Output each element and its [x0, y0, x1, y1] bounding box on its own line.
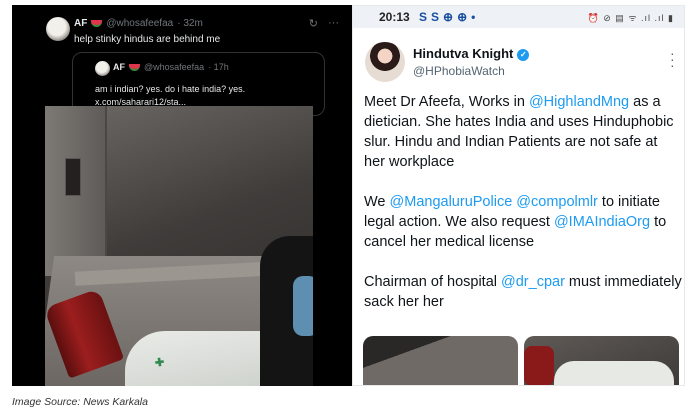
status-time: 20:13: [379, 10, 410, 24]
author-avatar[interactable]: [365, 42, 405, 82]
quote-author-name: AF: [113, 62, 125, 72]
quote-author-handle: @whosafeefaa: [144, 62, 205, 72]
left-screenshot: AF @whosafeefaa · 32m ↻ ··· help stinky …: [12, 5, 353, 386]
notification-icons: S S ⊕ ⊕ •: [419, 10, 475, 24]
quote-header: AF @whosafeefaa · 17h: [113, 62, 229, 72]
mention-link[interactable]: @MangaluruPolice: [390, 194, 513, 210]
author-name-row[interactable]: Hindutva Knight ✓: [413, 46, 530, 61]
mention-link[interactable]: @dr_cpar: [501, 274, 565, 290]
image-caption: Image Source: News Karkala: [12, 396, 148, 408]
mention-link[interactable]: @compolmlr: [516, 194, 598, 210]
post-text-segment: We: [364, 194, 390, 210]
system-status-icons: ⏰ ⊘ ▤ ᯤ .ıl .ıl ▮: [587, 13, 674, 23]
notification-dot-icon: •: [471, 10, 476, 24]
post-photo[interactable]: ✚: [45, 106, 313, 386]
media-thumbnail[interactable]: [363, 336, 518, 385]
post-paragraph: We @MangaluruPolice @compolmlr to initia…: [364, 192, 682, 252]
photo-coat-logo: ✚: [154, 356, 166, 370]
more-options-icon[interactable]: ···: [328, 17, 339, 30]
watermelon-emoji-icon: [91, 20, 103, 27]
thumb-fire-extinguisher: [524, 346, 554, 385]
post-age: · 32m: [177, 18, 203, 29]
photo-mask: [293, 276, 313, 336]
post-text: help stinky hindus are behind me: [74, 34, 221, 45]
photo-wall-corner: [105, 106, 107, 276]
author-avatar[interactable]: [46, 17, 70, 41]
mention-link[interactable]: @IMAIndiaOrg: [554, 214, 650, 230]
more-options-icon[interactable]: ···: [670, 46, 675, 72]
post-media: [363, 336, 679, 385]
post-text: Meet Dr Afeefa, Works in @HighlandMng as…: [364, 92, 682, 332]
quote-line: am i indian? yes. do i hate india? yes.: [95, 84, 246, 94]
post-paragraph: Meet Dr Afeefa, Works in @HighlandMng as…: [364, 92, 682, 172]
quote-author-avatar: [95, 61, 110, 76]
notification-s-icon: S: [431, 10, 440, 24]
thumb-white-coat: [554, 361, 674, 385]
photo-switch-box: [65, 158, 81, 196]
post-text-segment: Chairman of hospital: [364, 274, 502, 290]
notification-s-icon: S: [419, 10, 428, 24]
post-text-segment: Meet Dr Afeefa, Works in: [364, 94, 529, 110]
watermelon-emoji-icon: [129, 63, 140, 71]
post-paragraph: Chairman of hospital @dr_cpar must immed…: [364, 272, 682, 312]
author-handle[interactable]: @whosafeefaa: [106, 18, 173, 29]
mention-link[interactable]: @HighlandMng: [529, 94, 629, 110]
grok-icon[interactable]: ↻: [309, 17, 318, 30]
notification-app-icon: ⊕: [457, 10, 468, 24]
author-name[interactable]: Hindutva Knight: [413, 46, 513, 61]
quote-age: · 17h: [208, 62, 229, 72]
post-header: AF @whosafeefaa · 32m: [74, 18, 203, 29]
post-actions: ↻ ···: [309, 17, 339, 30]
status-bar: 20:13 S S ⊕ ⊕ • ⏰ ⊘ ▤ ᯤ .ıl .ıl ▮: [353, 6, 684, 28]
right-screenshot: 20:13 S S ⊕ ⊕ • ⏰ ⊘ ▤ ᯤ .ıl .ıl ▮ Hindut…: [352, 5, 685, 386]
verified-badge-icon: ✓: [517, 49, 530, 61]
media-thumbnail[interactable]: [524, 336, 679, 385]
author-handle[interactable]: @HPhobiaWatch: [413, 64, 505, 78]
author-name[interactable]: AF: [74, 18, 87, 29]
notification-app-icon: ⊕: [443, 10, 454, 24]
